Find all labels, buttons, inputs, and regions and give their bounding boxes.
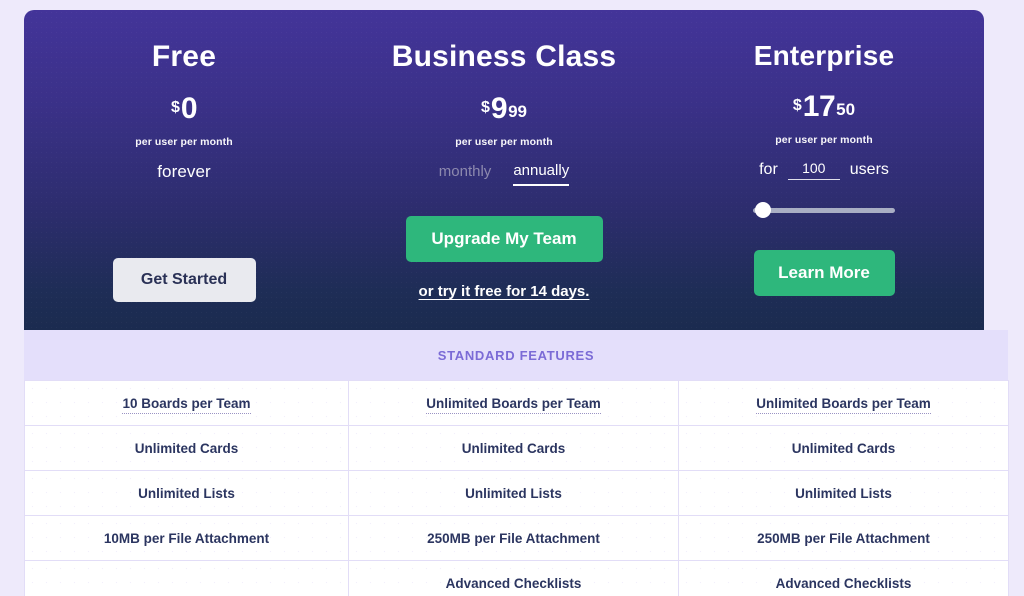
feature-cell-enterprise: 250MB per File Attachment	[678, 515, 1009, 561]
table-row: Unlimited Cards Unlimited Cards Unlimite…	[24, 425, 1009, 471]
plan-card-enterprise: Enterprise $ 17 50 per user per month fo…	[664, 10, 984, 330]
features-table-body: 10 Boards per Team Unlimited Boards per …	[24, 380, 1009, 596]
users-prefix-label: for	[759, 161, 778, 178]
feature-cell-free	[24, 560, 349, 596]
feature-cell-free: 10MB per File Attachment	[24, 515, 349, 561]
pricing-page: Free $ 0 per user per month forever Get …	[0, 0, 1024, 596]
feature-cell-free: Unlimited Lists	[24, 470, 349, 516]
users-count-input[interactable]: 100	[787, 160, 840, 180]
price-currency-free: $	[170, 99, 180, 116]
feature-cell-enterprise: Unlimited Lists	[678, 470, 1009, 516]
plan-title-enterprise: Enterprise	[753, 40, 895, 71]
plan-per-unit-business: per user per month	[455, 136, 553, 148]
plan-price-business: $ 9 99	[481, 94, 527, 124]
feature-cell-free: 10 Boards per Team	[24, 380, 349, 426]
price-currency-enterprise: $	[792, 97, 802, 114]
plan-per-unit-enterprise: per user per month	[775, 134, 873, 146]
feature-cell-enterprise: Advanced Checklists	[678, 560, 1009, 596]
feature-cell-enterprise: Unlimited Cards	[678, 425, 1009, 471]
plan-per-unit-free: per user per month	[135, 136, 233, 148]
plans-row: Free $ 0 per user per month forever Get …	[24, 10, 984, 330]
plan-price-free: $ 0	[170, 92, 198, 125]
price-currency-business: $	[480, 99, 490, 116]
feature-text: Unlimited Boards per Team	[426, 395, 601, 414]
price-whole-enterprise: 17	[802, 90, 836, 123]
billing-period-toggle[interactable]: monthly annually	[439, 162, 570, 186]
get-started-button[interactable]: Get Started	[112, 258, 256, 302]
users-count-row: for 100 users	[759, 160, 889, 180]
plan-price-enterprise: $ 17 50	[793, 92, 855, 122]
upgrade-my-team-button[interactable]: Upgrade My Team	[405, 216, 603, 262]
feature-cell-business: Unlimited Boards per Team	[348, 380, 679, 426]
users-suffix-label: users	[849, 161, 889, 178]
price-whole-free: 0	[180, 92, 198, 125]
standard-features-title: STANDARD FEATURES	[437, 347, 595, 363]
table-row: 10MB per File Attachment 250MB per File …	[24, 515, 1009, 561]
free-trial-link[interactable]: or try it free for 14 days.	[419, 283, 590, 300]
table-row: Unlimited Lists Unlimited Lists Unlimite…	[24, 470, 1009, 516]
plan-card-business: Business Class $ 9 99 per user per month…	[344, 10, 664, 330]
features-comparison-table: 10 Boards per Team Unlimited Boards per …	[24, 380, 1009, 596]
plan-title-business: Business Class	[391, 40, 617, 73]
standard-features-band: STANDARD FEATURES	[24, 330, 1008, 380]
billing-option-annually[interactable]: annually	[513, 162, 570, 186]
feature-text: Unlimited Boards per Team	[756, 395, 931, 414]
plans-hero-panel: Free $ 0 per user per month forever Get …	[24, 10, 984, 330]
plan-term-free: forever	[157, 162, 211, 181]
feature-cell-free: Unlimited Cards	[24, 425, 349, 471]
price-cents-enterprise: 50	[836, 100, 856, 119]
plan-title-free: Free	[151, 40, 217, 73]
feature-cell-business: Advanced Checklists	[348, 560, 679, 596]
feature-cell-enterprise: Unlimited Boards per Team	[678, 380, 1009, 426]
learn-more-button[interactable]: Learn More	[753, 250, 895, 296]
users-count-slider[interactable]	[753, 202, 895, 218]
slider-thumb[interactable]	[755, 202, 771, 218]
table-row: Advanced Checklists Advanced Checklists	[24, 560, 1009, 596]
slider-track[interactable]	[753, 208, 895, 213]
feature-text: 10 Boards per Team	[122, 395, 251, 414]
feature-cell-business: Unlimited Cards	[348, 425, 679, 471]
feature-cell-business: 250MB per File Attachment	[348, 515, 679, 561]
feature-cell-business: Unlimited Lists	[348, 470, 679, 516]
price-whole-business: 9	[490, 92, 508, 125]
plan-card-free: Free $ 0 per user per month forever Get …	[24, 10, 344, 330]
billing-option-monthly[interactable]: monthly	[439, 163, 492, 185]
table-row: 10 Boards per Team Unlimited Boards per …	[24, 380, 1009, 426]
price-cents-business: 99	[508, 102, 527, 121]
